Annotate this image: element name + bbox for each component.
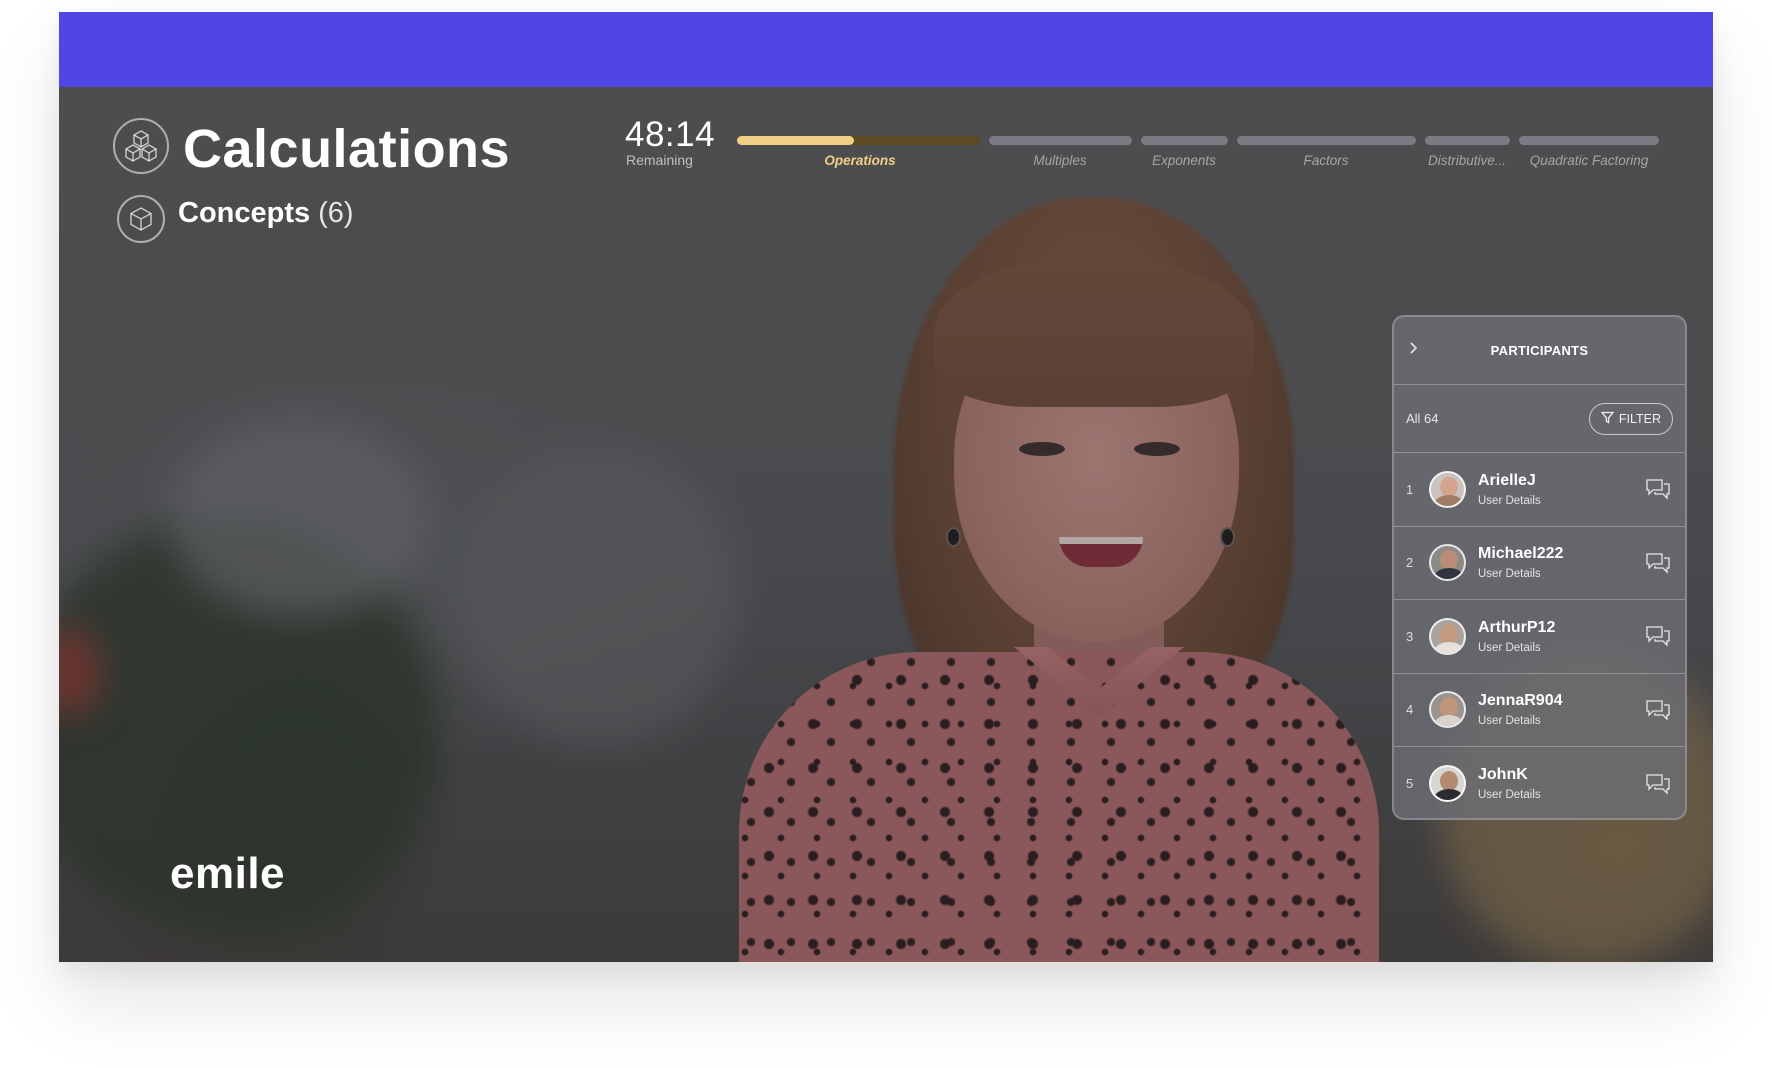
avatar[interactable] (1429, 470, 1466, 508)
avatar[interactable] (1429, 691, 1466, 729)
cube-icon (117, 195, 165, 243)
user-details-link[interactable]: User Details (1478, 789, 1645, 801)
page-title: Calculations (183, 119, 511, 179)
timer-label: Remaining (626, 152, 693, 168)
participant-name[interactable]: Michael222 (1478, 545, 1645, 563)
timer-value: 48:14 (625, 115, 716, 154)
progress-label-quadratic-factoring[interactable]: Quadratic Factoring (1530, 153, 1649, 168)
progress-segment-factors[interactable] (1237, 136, 1416, 145)
concepts-count: (6) (318, 197, 354, 229)
chat-icon[interactable] (1645, 772, 1671, 796)
progress-label-factors[interactable]: Factors (1303, 153, 1348, 168)
participants-header: PARTICIPANTS (1394, 317, 1685, 385)
filter-icon (1600, 411, 1615, 427)
progress-segment-quadratic-factoring[interactable] (1519, 136, 1659, 145)
participant-name[interactable]: ArthurP12 (1478, 619, 1645, 637)
filter-button[interactable]: FILTER (1588, 402, 1673, 435)
avatar[interactable] (1429, 544, 1466, 582)
participants-panel: PARTICIPANTS All 64 FILTER 1 ArielleJ Us… (1392, 315, 1687, 820)
chat-icon[interactable] (1645, 551, 1671, 575)
user-details-link[interactable]: User Details (1478, 715, 1645, 727)
progress-segment-operations[interactable] (737, 136, 980, 145)
progress-segment-distributive[interactable] (1425, 136, 1510, 145)
progress-label-multiples[interactable]: Multiples (1033, 153, 1086, 168)
chevron-right-icon[interactable] (1408, 341, 1418, 360)
participant-row[interactable]: 4 JennaR904 User Details (1394, 674, 1685, 747)
participants-filter-row: All 64 FILTER (1394, 385, 1685, 453)
participant-number: 4 (1406, 702, 1414, 718)
participant-name[interactable]: JohnK (1478, 766, 1645, 784)
user-details-link[interactable]: User Details (1478, 568, 1645, 580)
chat-icon[interactable] (1645, 477, 1671, 501)
participants-count: All 64 (1406, 411, 1439, 426)
progress-fill (737, 136, 854, 145)
chat-icon[interactable] (1645, 624, 1671, 648)
app-window: Calculations Concepts (6) 48:14 Remaining… (59, 12, 1713, 962)
progress-label-exponents[interactable]: Exponents (1152, 153, 1216, 168)
avatar[interactable] (1429, 765, 1466, 803)
cubes-icon (113, 118, 169, 174)
participant-name[interactable]: JennaR904 (1478, 692, 1645, 710)
participant-number: 3 (1406, 628, 1414, 644)
participant-row[interactable]: 1 ArielleJ User Details (1394, 453, 1685, 527)
progress-label-distributive[interactable]: Distributive... (1428, 153, 1506, 168)
concepts-label: Concepts (178, 197, 311, 229)
participant-name[interactable]: ArielleJ (1478, 472, 1645, 490)
top-bar (59, 12, 1713, 87)
participant-number: 2 (1406, 555, 1414, 571)
avatar[interactable] (1429, 617, 1466, 655)
video-stage: Calculations Concepts (6) 48:14 Remaining… (59, 87, 1713, 962)
user-details-link[interactable]: User Details (1478, 495, 1645, 507)
progress-segment-multiples[interactable] (989, 136, 1132, 145)
participant-row[interactable]: 2 Michael222 User Details (1394, 527, 1685, 600)
participants-title: PARTICIPANTS (1490, 343, 1589, 358)
participant-number: 5 (1406, 776, 1414, 792)
filter-label: FILTER (1618, 411, 1661, 426)
chat-icon[interactable] (1645, 698, 1671, 722)
concepts-header[interactable]: Concepts (6) (178, 197, 354, 230)
progress-segment-exponents[interactable] (1141, 136, 1228, 145)
progress-label-operations[interactable]: Operations (824, 153, 895, 168)
participant-row[interactable]: 3 ArthurP12 User Details (1394, 600, 1685, 674)
participant-number: 1 (1406, 481, 1414, 497)
participant-row[interactable]: 5 JohnK User Details (1394, 747, 1685, 818)
brand-logo: emile (170, 849, 286, 898)
user-details-link[interactable]: User Details (1478, 642, 1645, 654)
